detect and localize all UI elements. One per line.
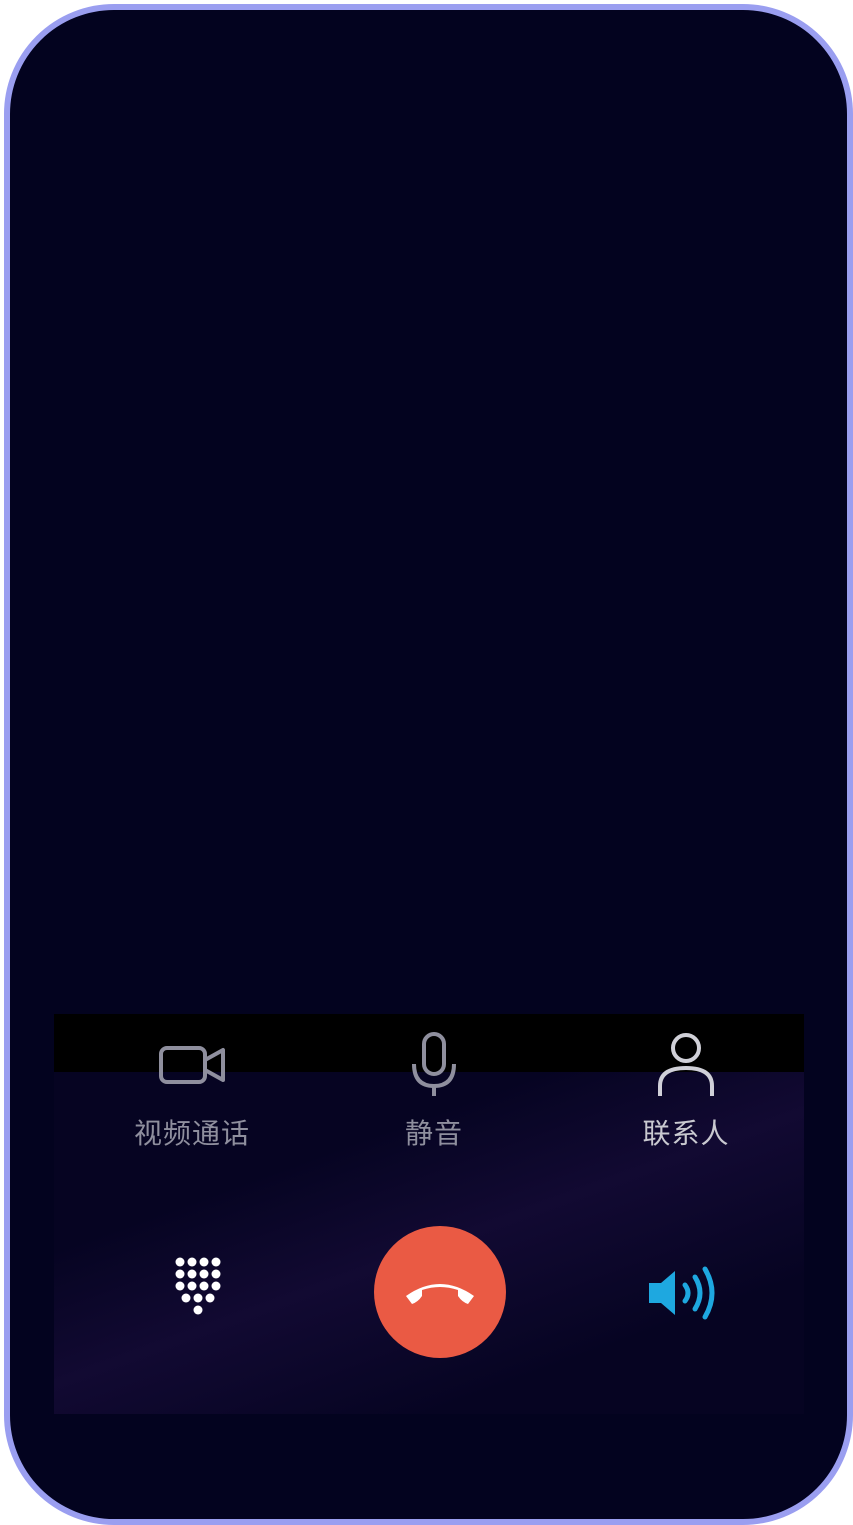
speaker-button[interactable]: [638, 1258, 728, 1328]
microphone-icon: [412, 1032, 456, 1096]
dialpad-button[interactable]: [158, 1246, 238, 1326]
call-controls-panel: 视频通话 静音 联系人: [54, 1014, 804, 1414]
mute-button[interactable]: 静音: [344, 1028, 524, 1152]
contacts-label: 联系人: [642, 1117, 730, 1150]
contacts-button[interactable]: 联系人: [596, 1028, 776, 1152]
video-camera-icon: [159, 1046, 225, 1084]
mute-label: 静音: [404, 1117, 463, 1150]
speaker-icon: [649, 1266, 715, 1320]
phone-frame: 视频通话 静音 联系人: [4, 4, 853, 1525]
end-call-icon: [406, 1284, 474, 1304]
video-call-button[interactable]: 视频通话: [102, 1028, 282, 1152]
end-call-button[interactable]: [374, 1226, 506, 1358]
dialpad-icon: [175, 1257, 221, 1315]
video-call-label: 视频通话: [133, 1117, 250, 1150]
person-icon: [658, 1033, 714, 1096]
